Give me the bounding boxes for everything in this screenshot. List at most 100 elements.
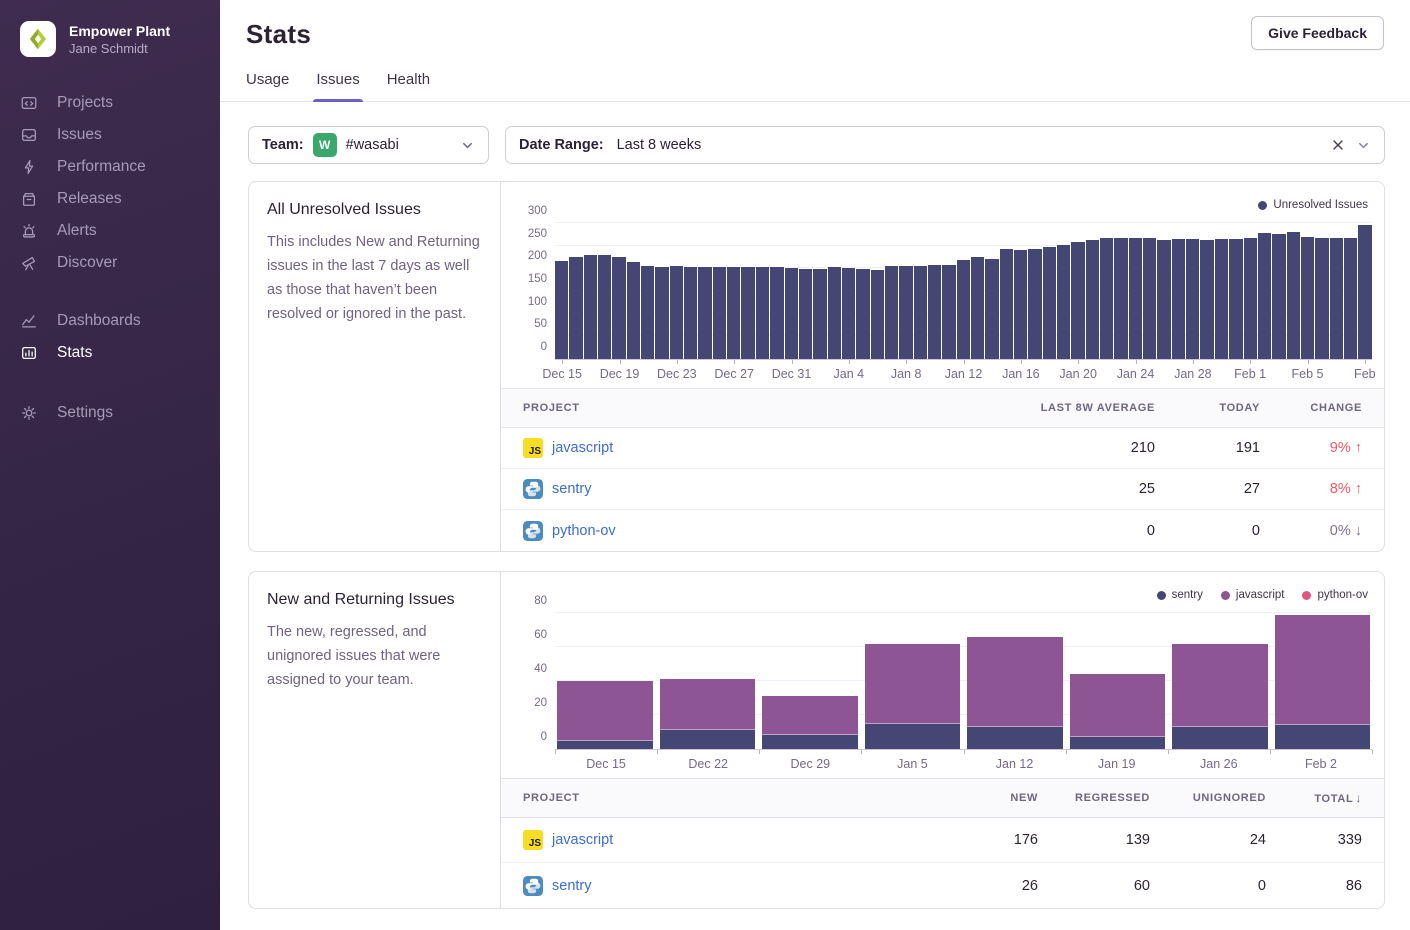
bar	[641, 266, 654, 359]
stacked-bar-jan-12	[967, 637, 1063, 749]
bar	[1258, 233, 1271, 359]
bar	[584, 255, 597, 359]
team-select[interactable]: Team: W #wasabi	[248, 126, 489, 164]
panel-desc-text: The new, regressed, and unignored issues…	[267, 620, 482, 692]
y-axis-label: 150	[528, 273, 547, 285]
bar	[598, 255, 611, 359]
bar	[1143, 238, 1156, 359]
x-tick	[1365, 360, 1366, 364]
project-link-sentry[interactable]: sentry	[552, 878, 592, 894]
sidebar-nav: Projects Issues PerformanceReleases Alerts D…	[0, 81, 220, 435]
change-cell: 8% ↑	[1260, 481, 1362, 497]
sidebar-item-dashboards[interactable]: Dashboards	[0, 305, 220, 337]
bar	[741, 267, 754, 359]
date-range-label: Date Range:	[519, 137, 604, 153]
nav-group: DashboardsStats	[0, 299, 220, 375]
column-header-total[interactable]: TOTAL↓	[1266, 791, 1362, 805]
bar-segment-sentry	[967, 727, 1063, 749]
bar	[1315, 238, 1328, 359]
chevron-down-icon[interactable]	[460, 138, 475, 153]
y-axis-label: 300	[528, 205, 547, 217]
sidebar-item-alerts[interactable]: Alerts	[0, 215, 220, 247]
bar	[627, 262, 640, 359]
stacked-bar-series	[557, 608, 1370, 749]
give-feedback-button[interactable]: Give Feedback	[1251, 16, 1384, 50]
bar	[957, 260, 970, 359]
sidebar-item-stats[interactable]: Stats	[0, 337, 220, 369]
sidebar-item-label: Projects	[57, 94, 113, 112]
legend-dot	[1157, 591, 1166, 600]
table-row-sentry: sentry2660086	[501, 863, 1384, 908]
project-cell: sentry	[523, 479, 985, 499]
sidebar-item-label: Issues	[57, 126, 102, 144]
legend-item-unresolved-issues[interactable]: Unresolved Issues	[1258, 199, 1368, 211]
tab-health[interactable]: Health	[387, 71, 430, 101]
panel-title: New and Returning Issues	[267, 591, 482, 609]
python-project-icon	[523, 479, 543, 499]
date-range-select[interactable]: Date Range: Last 8 weeks	[505, 126, 1385, 164]
x-tick	[677, 360, 678, 364]
column-header-unignored: UNIGNORED	[1150, 792, 1266, 804]
bar	[971, 257, 984, 359]
sidebar-item-projects[interactable]: Projects	[0, 87, 220, 119]
column-header-change: CHANGE	[1260, 402, 1362, 414]
project-cell: JSjavascript	[523, 438, 985, 458]
x-tick	[964, 750, 965, 754]
sidebar-item-issues[interactable]: Issues	[0, 119, 220, 151]
legend-item-python-ov[interactable]: python-ov	[1302, 589, 1368, 601]
bar-segment-sentry	[557, 741, 653, 750]
stacked-bar-jan-19	[1070, 674, 1166, 749]
org-switcher[interactable]: Empower Plant Jane Schmidt	[0, 0, 220, 71]
legend-item-javascript[interactable]: javascript	[1221, 589, 1285, 601]
table-row-python-ov: python-ov000% ↓	[501, 510, 1384, 551]
bar	[713, 267, 726, 359]
chevron-down-icon[interactable]	[1356, 138, 1371, 153]
bar	[871, 270, 884, 359]
project-link-javascript[interactable]: javascript	[552, 832, 613, 848]
x-axis-label: Jan 19	[1098, 757, 1136, 771]
tab-usage[interactable]: Usage	[246, 71, 289, 101]
bar	[1287, 232, 1300, 359]
bar	[928, 265, 941, 359]
legend-item-sentry[interactable]: sentry	[1157, 589, 1203, 601]
x-tick	[657, 750, 658, 754]
value-cell: 210	[985, 440, 1155, 456]
bar	[1301, 237, 1314, 359]
bar	[612, 257, 625, 359]
table-header-row: PROJECTLAST 8W AVERAGETODAYCHANGE	[501, 388, 1384, 428]
stacked-bar-jan-5	[865, 644, 961, 749]
y-axis-label: 0	[541, 341, 547, 353]
bar	[1200, 240, 1213, 359]
bar	[1244, 238, 1257, 359]
x-axis-label: Feb 2	[1305, 757, 1337, 771]
x-axis-label: Jan 5	[897, 757, 928, 771]
tab-issues[interactable]: Issues	[316, 71, 359, 101]
value-cell: 86	[1266, 878, 1362, 894]
sidebar-item-releases[interactable]: Releases	[0, 183, 220, 215]
project-link-javascript[interactable]: javascript	[552, 440, 613, 456]
clear-icon[interactable]	[1330, 137, 1346, 153]
x-tick	[1136, 360, 1137, 364]
project-link-sentry[interactable]: sentry	[552, 481, 592, 497]
alerts-icon	[20, 222, 38, 240]
sidebar-item-discover[interactable]: Discover	[0, 247, 220, 279]
x-tick	[964, 360, 965, 364]
project-link-python-ov[interactable]: python-ov	[552, 523, 616, 539]
tabs: Usage Issues Health	[246, 71, 1384, 101]
x-axis: Dec 15Dec 22Dec 29Jan 5Jan 12Jan 19Jan 2…	[555, 750, 1372, 778]
x-tick	[1078, 360, 1079, 364]
sidebar-item-performance[interactable]: Performance	[0, 151, 220, 183]
sidebar-item-settings[interactable]: Settings	[0, 397, 220, 429]
sidebar-item-label: Discover	[57, 254, 117, 272]
projects-icon	[20, 94, 38, 112]
x-axis-label: Dec 29	[791, 757, 831, 771]
bar	[842, 268, 855, 359]
bar	[1215, 239, 1228, 359]
sidebar-item-label: Alerts	[57, 222, 97, 240]
bar	[1086, 240, 1099, 359]
bar-series	[555, 218, 1372, 359]
value-cell: 25	[985, 481, 1155, 497]
dashboards-icon	[20, 312, 38, 330]
content: Team: W #wasabi Date Range: Last 8 weeks	[220, 102, 1410, 930]
value-cell: 0	[985, 523, 1155, 539]
